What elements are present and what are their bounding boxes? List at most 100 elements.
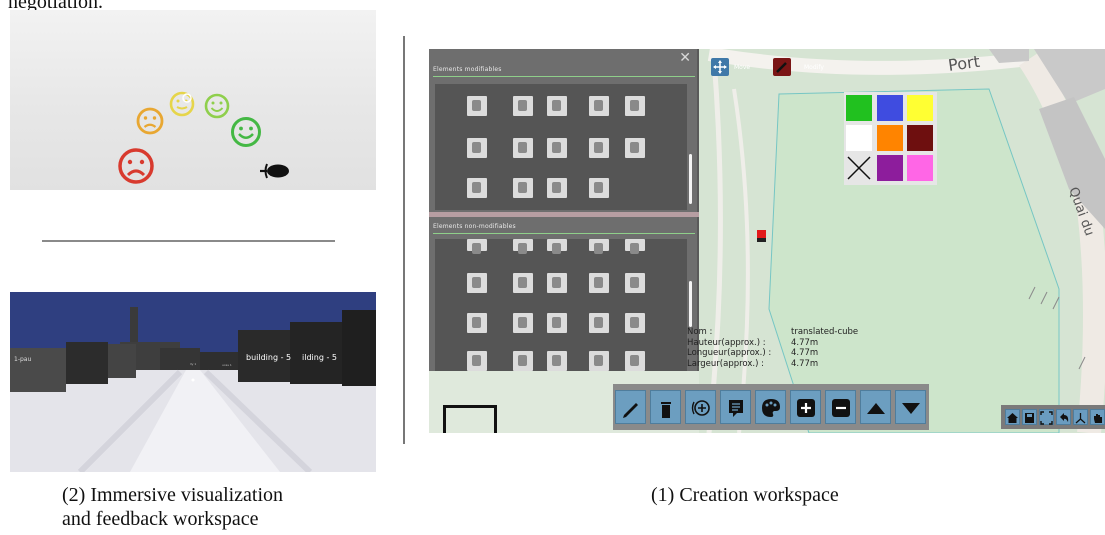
feedback-panel (10, 10, 376, 190)
fullscreen-button[interactable] (1039, 409, 1054, 425)
color-swatch-yellow[interactable] (907, 95, 933, 121)
library-item[interactable] (589, 273, 609, 293)
frame-corner (443, 405, 497, 433)
modify-mode-button[interactable] (773, 58, 791, 76)
save-button[interactable] (1022, 409, 1037, 425)
length-label: Longueur(approx.) : (687, 348, 772, 358)
library-item[interactable] (589, 96, 609, 116)
library-item[interactable] (547, 178, 567, 198)
undo-icon (1060, 413, 1069, 422)
name-value: translated-cube (791, 327, 859, 337)
library-item[interactable] (547, 313, 567, 333)
undo-button[interactable] (1056, 409, 1071, 425)
library-item[interactable] (513, 239, 533, 254)
modify-mode-label: Modify (804, 64, 824, 71)
library-item[interactable] (467, 178, 487, 198)
library-close-button[interactable]: ✕ (679, 51, 691, 65)
unhappy-smiley-icon[interactable] (135, 106, 165, 136)
library-item[interactable] (467, 138, 487, 158)
library-item[interactable] (513, 351, 533, 371)
trash-icon (661, 402, 671, 418)
library-item[interactable] (467, 313, 487, 333)
library-item[interactable] (467, 96, 487, 116)
pencil-button[interactable] (615, 390, 646, 424)
width-label: Largeur(approx.) : (687, 358, 764, 369)
library-item[interactable] (513, 313, 533, 333)
color-swatch-green[interactable] (846, 95, 872, 121)
library-item[interactable] (589, 313, 609, 333)
move-up-button[interactable] (860, 390, 891, 424)
non-modifiable-elements-title: Elements non-modifiables (433, 223, 516, 230)
color-swatch-pink[interactable] (907, 155, 933, 181)
add-object-button[interactable] (685, 390, 716, 424)
library-item[interactable] (513, 96, 533, 116)
library-item[interactable] (513, 138, 533, 158)
creation-workspace[interactable]: Port Quai du ✕ Elements modifiables Elem… (429, 49, 1105, 433)
library-item[interactable] (625, 96, 645, 116)
library-item[interactable] (589, 239, 609, 254)
color-swatch-blue[interactable] (877, 95, 903, 121)
library-item[interactable] (625, 239, 645, 254)
height-label: Hauteur(approx.) : (687, 337, 766, 348)
neutral-smiley-icon[interactable] (168, 90, 196, 118)
library-item[interactable] (547, 273, 567, 293)
library-item[interactable] (589, 178, 609, 198)
move-arrows-icon (713, 60, 727, 74)
move-down-button[interactable] (895, 390, 926, 424)
delete-button[interactable] (650, 390, 681, 424)
controller-pointer-icon (260, 163, 289, 179)
scene-label-3: ilding - 5 (302, 353, 337, 362)
zoom-in-button[interactable] (790, 390, 821, 424)
library-item[interactable] (547, 351, 567, 371)
happy-smiley-icon[interactable] (203, 92, 231, 120)
selected-cube[interactable] (757, 230, 766, 242)
library-item[interactable] (625, 351, 645, 371)
add-circle-icon (691, 400, 710, 416)
length-value: 4.77m (791, 348, 819, 358)
hand-button[interactable] (1090, 409, 1105, 425)
library-item[interactable] (625, 138, 645, 158)
library-item[interactable] (467, 351, 487, 371)
color-swatch-purple[interactable] (877, 155, 903, 181)
color-swatch-dark-red[interactable] (907, 125, 933, 151)
scene-label-5: ucas 1 (222, 363, 232, 367)
plus-icon (797, 399, 815, 417)
move-mode-button[interactable] (711, 58, 729, 76)
palette-icon (762, 399, 780, 417)
library-item[interactable] (589, 351, 609, 371)
non-modifiable-scrollbar[interactable] (689, 281, 692, 327)
color-swatch-orange[interactable] (877, 125, 903, 151)
name-label: Nom : (687, 327, 713, 337)
library-item[interactable] (467, 239, 487, 254)
modifiable-elements-grid[interactable] (435, 84, 687, 210)
notes-button[interactable] (720, 390, 751, 424)
color-swatch-white[interactable] (846, 125, 872, 151)
no-color-icon[interactable] (846, 155, 872, 181)
very-unhappy-smiley-icon[interactable] (116, 146, 156, 186)
scene-label-4: lly 1 (190, 362, 196, 366)
library-item[interactable] (589, 138, 609, 158)
immersive-scene[interactable]: 1-pau building - 5 ilding - 5 lly 1 ucas… (10, 292, 376, 472)
library-item[interactable] (513, 178, 533, 198)
zoom-out-button[interactable] (825, 390, 856, 424)
bottom-toolbar (613, 384, 929, 430)
library-item[interactable] (547, 239, 567, 254)
object-info-panel: Nom : translated-cube Hauteur(approx.) : 4… (687, 327, 858, 369)
library-item[interactable] (547, 138, 567, 158)
scene-label-1: 1-pau (14, 356, 31, 363)
palette-button[interactable] (755, 390, 786, 424)
library-item[interactable] (513, 273, 533, 293)
library-item[interactable] (467, 273, 487, 293)
modifiable-scrollbar[interactable] (689, 154, 692, 204)
home-button[interactable] (1005, 409, 1020, 425)
non-modifiable-elements-grid[interactable] (435, 239, 687, 371)
hand-icon (1094, 414, 1102, 423)
axes-button[interactable] (1073, 409, 1088, 425)
left-caption-line-2: and feedback workspace (62, 508, 259, 530)
library-item[interactable] (625, 313, 645, 333)
library-item[interactable] (625, 273, 645, 293)
brush-icon (776, 62, 787, 73)
navigation-toolbar (1001, 405, 1105, 429)
library-item[interactable] (547, 96, 567, 116)
very-happy-smiley-icon[interactable] (229, 115, 263, 149)
